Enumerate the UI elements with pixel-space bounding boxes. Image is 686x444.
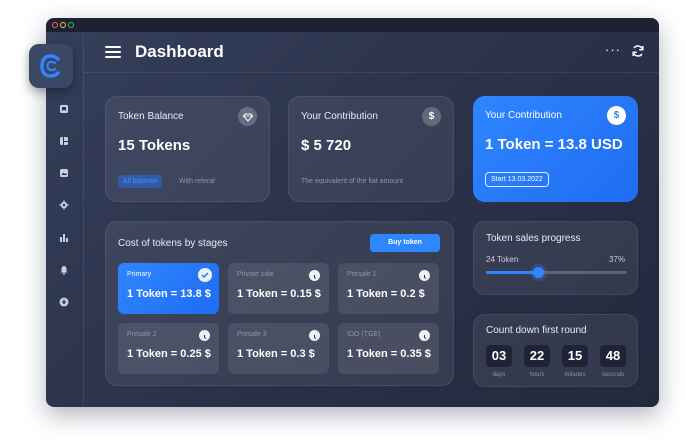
clock-icon xyxy=(309,330,320,341)
token-balance-card: Token Balance 15 Tokens All balance With… xyxy=(105,96,270,202)
stage-card-presale-1[interactable]: Presale 1 1 Token = 0.2 $ xyxy=(338,263,439,314)
diamond-icon xyxy=(238,107,257,126)
stages-card: Cost of tokens by stages Buy token Prima… xyxy=(105,221,454,386)
minimize-window-button[interactable] xyxy=(60,22,66,28)
clock-icon xyxy=(419,270,430,281)
stage-price: 1 Token = 0.15 $ xyxy=(237,288,321,300)
sidebar-item-gallery[interactable] xyxy=(59,168,69,178)
start-date-badge: Start 13.03.2022 xyxy=(485,172,549,187)
progress-handle[interactable] xyxy=(533,267,544,278)
stage-name: Primary xyxy=(127,271,152,278)
card-title: Your Contribution xyxy=(485,110,562,121)
stage-price: 1 Token = 0.3 $ xyxy=(237,348,315,360)
progress-track[interactable] xyxy=(486,267,627,278)
stage-card-presale-3[interactable]: Presale 3 1 Token = 0.3 $ xyxy=(228,323,329,374)
clock-icon xyxy=(419,330,430,341)
countdown-days-value: 03 xyxy=(486,345,512,367)
countdown-minutes-value: 15 xyxy=(562,345,588,367)
countdown-seconds-label: seconds xyxy=(601,372,625,378)
download-circle-icon xyxy=(59,297,69,307)
stage-card-primary[interactable]: Primary 1 Token = 13.8 $ xyxy=(118,263,219,314)
bar-chart-icon xyxy=(60,234,68,242)
stage-name: Presale 2 xyxy=(127,331,157,338)
gear-icon xyxy=(59,200,69,210)
dollar-icon: $ xyxy=(607,106,626,125)
stage-price: 1 Token = 0.25 $ xyxy=(127,348,211,360)
menu-icon-bar xyxy=(105,46,121,48)
refresh-icon xyxy=(632,45,644,57)
sidebar-item-settings[interactable] xyxy=(59,200,69,210)
stages-title: Cost of tokens by stages xyxy=(118,238,228,249)
card-title: Your Contribution xyxy=(301,111,378,122)
stage-price: 1 Token = 0.35 $ xyxy=(347,348,431,360)
countdown-minutes-label: minutes xyxy=(564,372,586,378)
progress-percent-label: 37% xyxy=(608,255,625,264)
stage-name: Presale 1 xyxy=(347,271,377,278)
bell-icon xyxy=(60,266,68,275)
countdown-hours-value: 22 xyxy=(524,345,550,367)
countdown-hours-label: hours xyxy=(529,372,545,378)
refresh-button[interactable] xyxy=(631,44,645,58)
menu-icon-bar xyxy=(105,56,121,58)
countdown-title: Count down first round xyxy=(486,325,587,336)
countdown-days-label: days xyxy=(492,372,506,378)
stage-card-ido-tge[interactable]: IDO (TGE) 1 Token = 0.35 $ xyxy=(338,323,439,374)
stage-name: Private sale xyxy=(237,271,274,278)
image-icon xyxy=(60,169,68,177)
progress-fill xyxy=(486,271,538,274)
all-balance-tag[interactable]: All balance xyxy=(118,175,163,188)
stage-price: 1 Token = 0.2 $ xyxy=(347,288,425,300)
progress-token-label: 24 Token xyxy=(486,255,519,264)
sidebar-item-bookmarks[interactable] xyxy=(59,104,69,114)
menu-toggle-button[interactable] xyxy=(105,46,121,58)
menu-icon-bar xyxy=(105,51,121,53)
page-title: Dashboard xyxy=(135,42,224,61)
contribution-note: The equivalent of the fiat amount xyxy=(301,178,403,185)
bookmark-icon xyxy=(60,105,68,113)
card-title: Token Balance xyxy=(118,111,184,122)
contribution-card: Your Contribution $ $ 5 720 The equivale… xyxy=(288,96,454,202)
stage-name: IDO (TGE) xyxy=(347,331,381,338)
sidebar xyxy=(46,32,84,407)
more-options-button[interactable]: ··· xyxy=(605,42,621,57)
stage-card-private-sale[interactable]: Private sale 1 Token = 0.15 $ xyxy=(228,263,329,314)
header: Dashboard ··· xyxy=(83,32,659,73)
window-titlebar xyxy=(46,18,659,32)
buy-token-button[interactable]: Buy token xyxy=(370,234,440,252)
dollar-icon: $ xyxy=(422,107,441,126)
stage-card-presale-2[interactable]: Presale 2 1 Token = 0.25 $ xyxy=(118,323,219,374)
clock-icon xyxy=(309,270,320,281)
clock-icon xyxy=(199,330,210,341)
logo-c-icon xyxy=(40,54,60,78)
referral-note: With referal xyxy=(179,178,215,185)
countdown-seconds-value: 48 xyxy=(600,345,626,367)
contribution-rate-card: Your Contribution $ 1 Token = 13.8 USD S… xyxy=(473,96,638,202)
stage-price: 1 Token = 13.8 $ xyxy=(127,288,211,300)
check-circle-icon xyxy=(198,268,212,282)
contribution-value: $ 5 720 xyxy=(301,137,352,154)
app-window: Dashboard ··· Token Balance 15 Tokens Al… xyxy=(46,18,659,407)
sales-progress-card: Token sales progress 24 Token 37% xyxy=(473,221,638,295)
token-rate-value: 1 Token = 13.8 USD xyxy=(485,136,623,153)
sidebar-item-dashboard[interactable] xyxy=(59,136,69,146)
maximize-window-button[interactable] xyxy=(68,22,74,28)
stage-name: Presale 3 xyxy=(237,331,267,338)
sidebar-item-download[interactable] xyxy=(59,297,69,307)
token-balance-value: 15 Tokens xyxy=(118,137,191,154)
countdown-card: Count down first round 03 22 15 48 days … xyxy=(473,314,638,387)
sidebar-item-notifications[interactable] xyxy=(59,265,69,275)
sidebar-item-statistics[interactable] xyxy=(59,233,69,243)
close-window-button[interactable] xyxy=(52,22,58,28)
progress-title: Token sales progress xyxy=(486,233,581,244)
layout-icon xyxy=(60,137,68,145)
app-logo[interactable] xyxy=(29,44,73,88)
